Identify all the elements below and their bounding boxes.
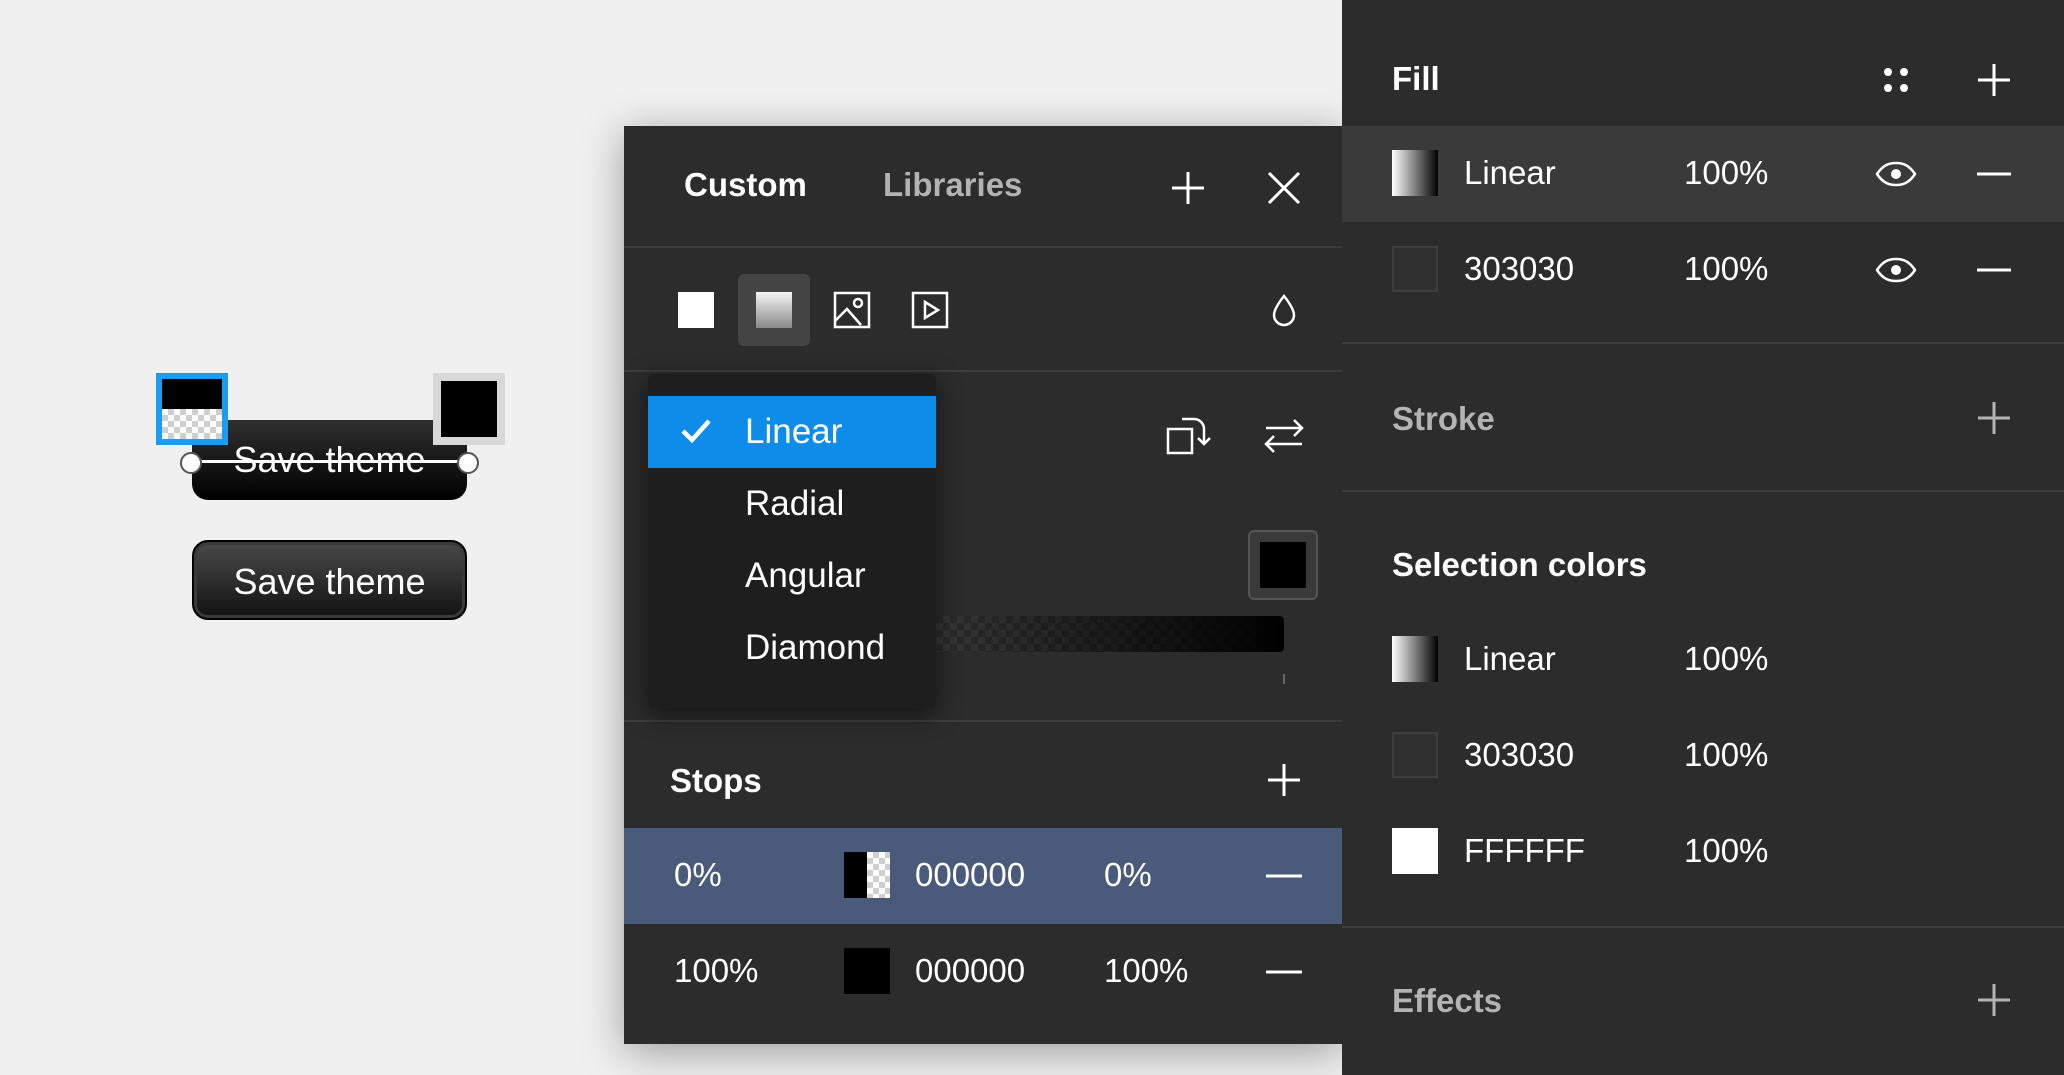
gradient-type-dropdown[interactable]: Linear Radial Angular Diamond xyxy=(648,374,936,708)
eye-icon[interactable] xyxy=(1872,150,1920,198)
remove-fill-icon[interactable] xyxy=(1970,246,2018,294)
fill-type-video-icon[interactable] xyxy=(894,274,966,346)
fill-type-image-icon[interactable] xyxy=(816,274,888,346)
rotate-gradient-icon[interactable] xyxy=(1162,408,1218,464)
fill-row[interactable]: 303030 100% xyxy=(1342,222,2064,318)
blend-mode-icon[interactable] xyxy=(1260,286,1308,334)
tab-custom[interactable]: Custom xyxy=(684,166,807,204)
fill-row-selected[interactable]: Linear 100% xyxy=(1342,126,2064,222)
effects-title: Effects xyxy=(1392,982,1503,1019)
fill-opacity[interactable]: 100% xyxy=(1684,154,1768,192)
stroke-title: Stroke xyxy=(1392,400,1495,437)
style-grid-icon[interactable] xyxy=(1872,56,1920,104)
selection-swatch-white[interactable] xyxy=(1392,828,1438,874)
fill-opacity[interactable]: 100% xyxy=(1684,250,1768,288)
stop-opacity[interactable]: 0% xyxy=(1104,856,1152,894)
checkmark-icon xyxy=(681,419,711,444)
eye-icon[interactable] xyxy=(1872,246,1920,294)
add-effect-icon[interactable] xyxy=(1970,976,2018,1024)
fill-name[interactable]: Linear xyxy=(1464,154,1556,192)
stop-row-selected[interactable]: 0% 000000 0% xyxy=(624,828,1344,924)
selection-swatch-gradient[interactable] xyxy=(1392,636,1438,682)
properties-panel: Fill Linear 100% 303030 100% Stroke Sele… xyxy=(1342,0,2064,1075)
gradient-stop-start[interactable] xyxy=(156,373,228,445)
add-stroke-icon[interactable] xyxy=(1970,394,2018,442)
stop-hex[interactable]: 000000 xyxy=(915,952,1025,990)
selection-color-row[interactable]: Linear 100% xyxy=(1342,612,2064,708)
button-preview[interactable]: Save theme xyxy=(192,540,467,620)
fill-type-solid-icon[interactable] xyxy=(660,274,732,346)
option-label: Angular xyxy=(745,556,866,595)
option-label: Diamond xyxy=(745,628,886,667)
gradient-handle-line xyxy=(192,460,468,463)
selection-color-row[interactable]: 303030 100% xyxy=(1342,708,2064,804)
dropdown-option-linear[interactable]: Linear xyxy=(648,396,936,468)
add-stop-icon[interactable] xyxy=(1260,756,1308,804)
stop-color-swatch[interactable] xyxy=(844,852,890,898)
flip-gradient-icon[interactable] xyxy=(1256,408,1312,464)
option-label: Linear xyxy=(745,412,843,451)
remove-stop-icon[interactable] xyxy=(1260,852,1308,900)
selection-color-name[interactable]: FFFFFF xyxy=(1464,832,1585,870)
fill-swatch-solid[interactable] xyxy=(1392,246,1438,292)
fill-swatch-gradient[interactable] xyxy=(1392,150,1438,196)
fill-type-gradient-icon[interactable] xyxy=(738,274,810,346)
selection-color-row[interactable]: FFFFFF 100% xyxy=(1342,804,2064,900)
gradient-stop-end[interactable] xyxy=(433,373,505,445)
selection-colors-title: Selection colors xyxy=(1392,546,1647,583)
button-label: Save theme xyxy=(233,561,426,602)
option-label: Radial xyxy=(745,484,845,523)
fill-title: Fill xyxy=(1392,60,1440,97)
tab-libraries[interactable]: Libraries xyxy=(883,166,1022,204)
selection-color-opacity[interactable]: 100% xyxy=(1684,640,1768,678)
stops-title: Stops xyxy=(670,762,762,799)
gradient-start-dot[interactable] xyxy=(180,452,202,474)
remove-fill-icon[interactable] xyxy=(1970,150,2018,198)
stop-opacity[interactable]: 100% xyxy=(1104,952,1188,990)
remove-stop-icon[interactable] xyxy=(1260,948,1308,996)
dropdown-option-angular[interactable]: Angular xyxy=(648,540,936,612)
gradient-end-dot[interactable] xyxy=(457,452,479,474)
add-fill-icon[interactable] xyxy=(1970,56,2018,104)
selection-color-opacity[interactable]: 100% xyxy=(1684,736,1768,774)
fill-name[interactable]: 303030 xyxy=(1464,250,1574,288)
dropdown-option-radial[interactable]: Radial xyxy=(648,468,936,540)
selection-color-name[interactable]: Linear xyxy=(1464,640,1556,678)
stop-color-swatch[interactable] xyxy=(844,948,890,994)
gradient-stop-swatch-end[interactable] xyxy=(1248,530,1318,600)
selection-swatch-solid[interactable] xyxy=(1392,732,1438,778)
selection-color-name[interactable]: 303030 xyxy=(1464,736,1574,774)
add-style-icon[interactable] xyxy=(1164,164,1212,212)
stop-position[interactable]: 0% xyxy=(674,856,722,894)
selection-color-opacity[interactable]: 100% xyxy=(1684,832,1768,870)
gradient-bar-tick xyxy=(1283,674,1285,684)
close-icon[interactable] xyxy=(1260,164,1308,212)
stop-hex[interactable]: 000000 xyxy=(915,856,1025,894)
stop-position[interactable]: 100% xyxy=(674,952,758,990)
dropdown-option-diamond[interactable]: Diamond xyxy=(648,612,936,684)
stop-row[interactable]: 100% 000000 100% xyxy=(624,924,1344,1020)
